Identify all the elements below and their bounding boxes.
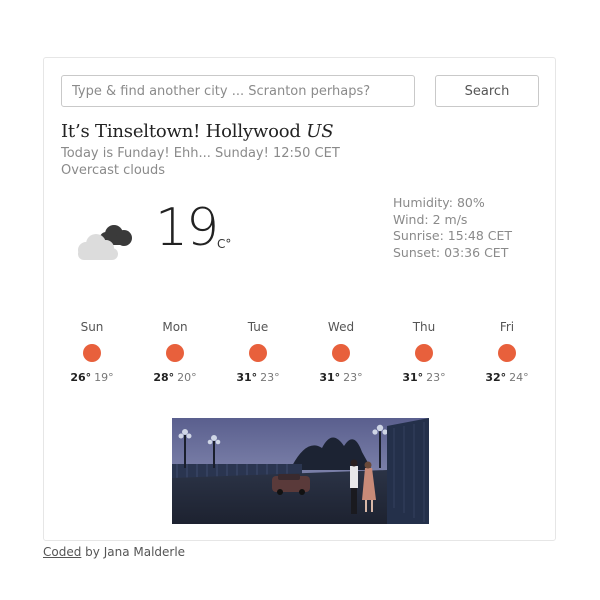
humidity-stat: Humidity: 80% [393,195,485,210]
forecast-temps: 31° 23° [223,371,293,384]
forecast-weather-icon [83,344,101,362]
forecast-row: Sun 26° 19° Mon 28° 20° Tue 31° 23° Wed 31°… [54,318,552,388]
city-title: It’s Tinseltown! Hollywood US [61,121,334,142]
forecast-min: 23° [343,371,363,384]
forecast-weather-icon [498,344,516,362]
footer-author: by Jana Malderle [81,545,186,559]
forecast-weather-icon [332,344,350,362]
forecast-day: Wed 31° 23° [306,318,376,384]
city-name: It’s Tinseltown! Hollywood [61,121,301,142]
forecast-day: Thu 31° 23° [389,318,459,384]
forecast-min: 24° [509,371,529,384]
forecast-temps: 31° 23° [306,371,376,384]
temperature-unit: C° [217,237,232,251]
forecast-day-name: Mon [162,320,188,334]
sunrise-stat: Sunrise: 15:48 CET [393,228,513,243]
forecast-weather-icon [166,344,184,362]
current-temperature: 19 [155,198,219,258]
forecast-day: Tue 31° 23° [223,318,293,384]
search-button[interactable]: Search [435,75,539,107]
forecast-day: Fri 32° 24° [472,318,542,384]
forecast-temps: 26° 19° [57,371,127,384]
forecast-day-name: Wed [327,320,355,334]
forecast-max: 31° [402,371,424,384]
la-la-land-bridge-scene-image [172,418,429,524]
weather-card: Search It’s Tinseltown! Hollywood US Tod… [43,57,556,541]
forecast-temps: 28° 20° [140,371,210,384]
forecast-min: 23° [260,371,280,384]
forecast-day-name: Tue [247,320,269,334]
forecast-max: 32° [485,371,507,384]
forecast-max: 31° [319,371,341,384]
forecast-day-name: Sun [80,320,104,334]
country-code: US [306,121,334,142]
forecast-day: Mon 28° 20° [140,318,210,384]
date-line: Today is Funday! Ehh... Sunday! 12:50 CE… [61,146,340,161]
wind-stat: Wind: 2 m/s [393,211,468,227]
forecast-max: 31° [236,371,258,384]
forecast-temps: 32° 24° [472,371,542,384]
city-search-input[interactable] [61,75,415,107]
sunset-stat: Sunset: 03:36 CET [393,244,509,260]
forecast-weather-icon [249,344,267,362]
forecast-day: Sun 26° 19° [57,318,127,384]
forecast-weather-icon [415,344,433,362]
weather-stats: Humidity: 80% Wind: 2 m/s Sunrise: 15:48… [393,195,512,261]
forecast-min: 23° [426,371,446,384]
weather-description: Overcast clouds [61,163,166,178]
coded-link[interactable]: Coded [43,545,81,559]
forecast-max: 26° [70,371,92,384]
forecast-max: 28° [153,371,175,384]
forecast-day-name: Thu [412,320,436,334]
forecast-day-name: Fri [499,320,515,334]
forecast-min: 19° [94,371,114,384]
forecast-temps: 31° 23° [389,371,459,384]
footer-credit: Coded by Jana Malderle [43,545,185,559]
forecast-min: 20° [177,371,197,384]
overcast-clouds-icon [78,225,132,260]
